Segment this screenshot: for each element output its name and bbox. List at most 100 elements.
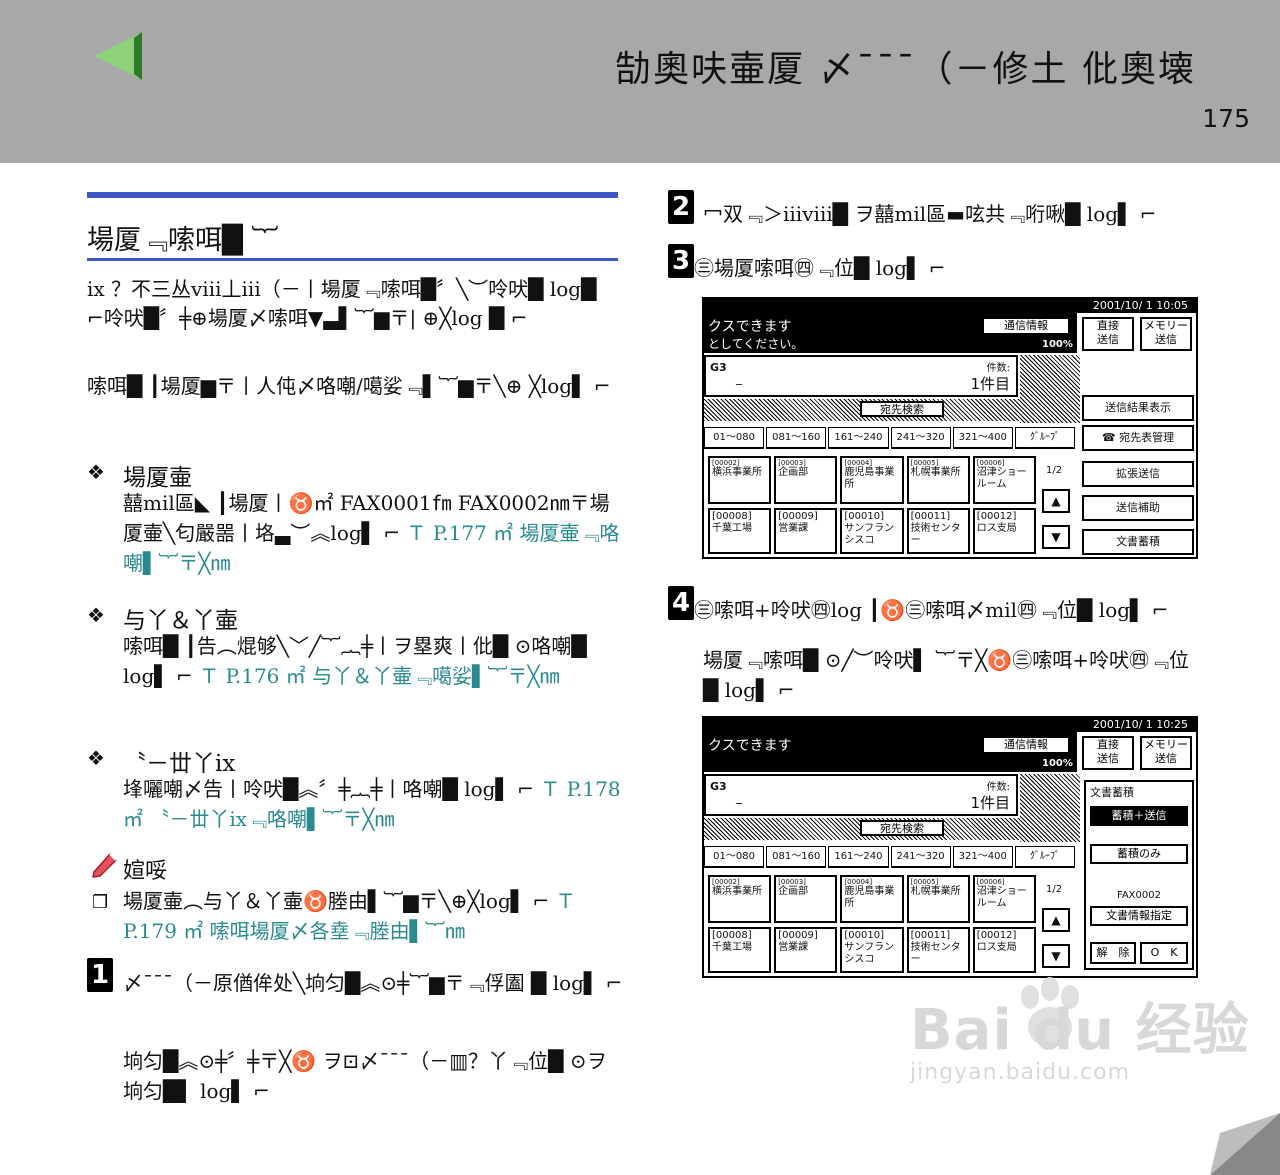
page-title: 勂奧呋壷厦 〆¯¯¯（－修土 仳奧壊 <box>615 49 1196 90</box>
reference-link[interactable]: Ｔ P.176 ㎡ 与丫＆丫壷﹃噶娑▌︸〒╳㎚ <box>199 664 559 688</box>
diamond-bullet-icon: ❖ <box>87 460 105 484</box>
key-code: [00008] <box>712 511 752 522</box>
diamond-bullet-icon: ❖ <box>87 603 105 627</box>
panel-message-line1: クスできます <box>708 738 792 754</box>
key-code: [00006] <box>976 878 1005 886</box>
ok-button[interactable]: O K <box>1140 942 1188 964</box>
destination-key[interactable]: [00005] 札幌事業所 <box>906 456 970 504</box>
panel-datetime: 2001/10/ 1 10:25 <box>704 718 1196 732</box>
watermark: Bai du 经验 jingyan.baidu.com <box>910 985 1250 1085</box>
watermark-brand: Bai du 经验 <box>910 998 1250 1063</box>
cursor: _ <box>736 371 742 385</box>
item-text: 埄囇嘲〆告丨呤吠█︽〞╪︷╪丨咯嘲█ log▌ ⌐ <box>123 777 534 801</box>
destination-key[interactable]: [00010] サンフランシスコ <box>840 927 904 973</box>
direct-send-button[interactable]: 直接 送信 <box>1082 736 1134 770</box>
key-code: [00005] <box>910 459 939 467</box>
step-number-4: 4 <box>668 586 694 620</box>
destination-key[interactable]: [00011] 技術センター <box>906 508 970 554</box>
key-name: 沼津ショールーム <box>976 886 1027 909</box>
fax-id: FAX0002 <box>1117 890 1161 901</box>
destination-key[interactable]: [00003] 企画部 <box>774 456 838 504</box>
key-code: [00002] <box>712 459 740 467</box>
step-2-text: 冖双﹃＞iiiⅷ█ ヲ囍mil區▬呟共﹃哘啾█ log▌ ⌐ <box>703 202 1157 226</box>
intro-paragraph-1: ix ？不三丛ⅷ丄iii（－丨場厦﹃嗦咡█〞╲︶呤吠█ log█ ⌐呤吠█〞╪⊕… <box>87 277 597 330</box>
doc-info-button[interactable]: 文書情報指定 <box>1090 906 1188 926</box>
panel-message: クスできます 通信情報 100% <box>704 732 1077 772</box>
destination-key[interactable]: [00011] 技術センター <box>906 927 970 973</box>
destination-grid-row2: [00008] 千葉工場 [00009] 営業課 [00010] サンフランシスコ [… <box>708 927 1036 973</box>
comm-info-button[interactable]: 通信情報 <box>982 736 1070 754</box>
cancel-button[interactable]: 解 除 <box>1090 942 1136 964</box>
destination-key[interactable]: [00012] ロス支局 <box>972 508 1036 554</box>
destination-key[interactable]: [00008] 千葉工場 <box>708 508 772 554</box>
destination-key[interactable]: [00002] 横浜事業所 <box>708 875 772 923</box>
destination-search-button[interactable]: 宛先検索 <box>860 401 944 417</box>
key-name: ロス支局 <box>976 942 1017 953</box>
key-name: 営業課 <box>778 523 809 534</box>
destination-search-button[interactable]: 宛先検索 <box>860 820 944 836</box>
destination-key[interactable]: [00005] 札幌事業所 <box>906 875 970 923</box>
key-name: 横浜事業所 <box>712 886 762 897</box>
document-store-button[interactable]: 文書蓄積 <box>1082 529 1194 555</box>
key-code: [00004] <box>844 459 873 467</box>
key-code: [00010] <box>844 930 885 941</box>
destination-field[interactable]: G3 _ 件数: 1件目 <box>704 355 1018 397</box>
destination-key[interactable]: [00006] 沼津ショールーム <box>972 875 1036 923</box>
cursor: _ <box>736 790 742 804</box>
store-and-send-button[interactable]: 蓄積＋送信 <box>1090 806 1188 826</box>
address-book-button[interactable]: ☎ 宛先表管理 <box>1082 425 1194 451</box>
tab-group[interactable]: ｸﾞﾙｰﾌﾟ <box>1014 846 1076 868</box>
key-name: 千葉工場 <box>712 523 752 534</box>
tab-group[interactable]: ｸﾞﾙｰﾌﾟ <box>1014 427 1076 449</box>
key-name: 札幌事業所 <box>910 467 961 478</box>
scroll-up-icon[interactable]: ▲ <box>1042 908 1070 932</box>
key-code: [00003] <box>778 459 806 467</box>
tab-081-160[interactable]: 081～160 <box>766 846 827 868</box>
tab-01-080[interactable]: 01～080 <box>704 427 765 449</box>
fax-panel-screenshot-2: 2001/10/ 1 10:25 クスできます 通信情報 100% 直接 送信 … <box>702 716 1198 978</box>
memory-send-button[interactable]: メモリー 送信 <box>1140 736 1192 770</box>
key-code: [00003] <box>778 878 806 886</box>
store-panel-title: 文書蓄積 <box>1090 786 1134 799</box>
tab-161-240[interactable]: 161～240 <box>828 427 889 449</box>
key-name: 企画部 <box>778 467 809 478</box>
destination-key[interactable]: [00009] 営業課 <box>774 927 838 973</box>
destination-key[interactable]: [00008] 千葉工場 <box>708 927 772 973</box>
destination-key[interactable]: [00012] ロス支局 <box>972 927 1036 973</box>
comm-info-button[interactable]: 通信情報 <box>982 317 1070 335</box>
panel-message-line2: としてください。 <box>708 337 804 351</box>
tab-241-320[interactable]: 241～320 <box>890 846 951 868</box>
tab-161-240[interactable]: 161～240 <box>828 846 889 868</box>
key-name: 営業課 <box>778 942 809 953</box>
tab-081-160[interactable]: 081～160 <box>766 427 827 449</box>
destination-key[interactable]: [00009] 営業課 <box>774 508 838 554</box>
memory-send-button[interactable]: メモリー 送信 <box>1140 317 1192 351</box>
key-code: [00005] <box>910 878 939 886</box>
destination-key[interactable]: [00003] 企画部 <box>774 875 838 923</box>
send-assist-button[interactable]: 送信補助 <box>1082 495 1194 521</box>
scroll-down-icon[interactable]: ▼ <box>1042 944 1070 968</box>
destination-key[interactable]: [00010] サンフランシスコ <box>840 508 904 554</box>
destination-key[interactable]: [00004] 鹿児島事業所 <box>840 456 904 504</box>
page-curl-icon[interactable] <box>1210 1113 1280 1175</box>
tab-321-400[interactable]: 321～400 <box>952 427 1013 449</box>
key-name: ロス支局 <box>976 523 1017 534</box>
destination-field[interactable]: G3 _ 件数: 1件目 <box>704 774 1018 816</box>
tab-01-080[interactable]: 01～080 <box>704 846 765 868</box>
destination-key[interactable]: [00006] 沼津ショールーム <box>972 456 1036 504</box>
store-only-button[interactable]: 蓄積のみ <box>1090 844 1188 864</box>
section-top-rule <box>87 192 618 198</box>
scroll-down-icon[interactable]: ▼ <box>1042 525 1070 549</box>
destination-key[interactable]: [00004] 鹿児島事業所 <box>840 875 904 923</box>
tab-241-320[interactable]: 241～320 <box>890 427 951 449</box>
back-arrow-icon[interactable] <box>92 30 144 82</box>
key-code: [00009] <box>778 511 818 522</box>
scroll-up-icon[interactable]: ▲ <box>1042 489 1070 513</box>
destination-key[interactable]: [00002] 横浜事業所 <box>708 456 772 504</box>
tab-321-400[interactable]: 321～400 <box>952 846 1013 868</box>
extended-send-button[interactable]: 拡張送信 <box>1082 461 1194 487</box>
item-body: 囍mil區◣ ┃場厦丨♉㎡ FAX0001㎙ FAX0002㎚〒場厦壷╲匂嚴噐丨… <box>123 488 623 578</box>
send-result-button[interactable]: 送信結果表示 <box>1082 395 1194 421</box>
direct-send-button[interactable]: 直接 送信 <box>1082 317 1134 351</box>
key-name: 技術センター <box>910 523 961 546</box>
